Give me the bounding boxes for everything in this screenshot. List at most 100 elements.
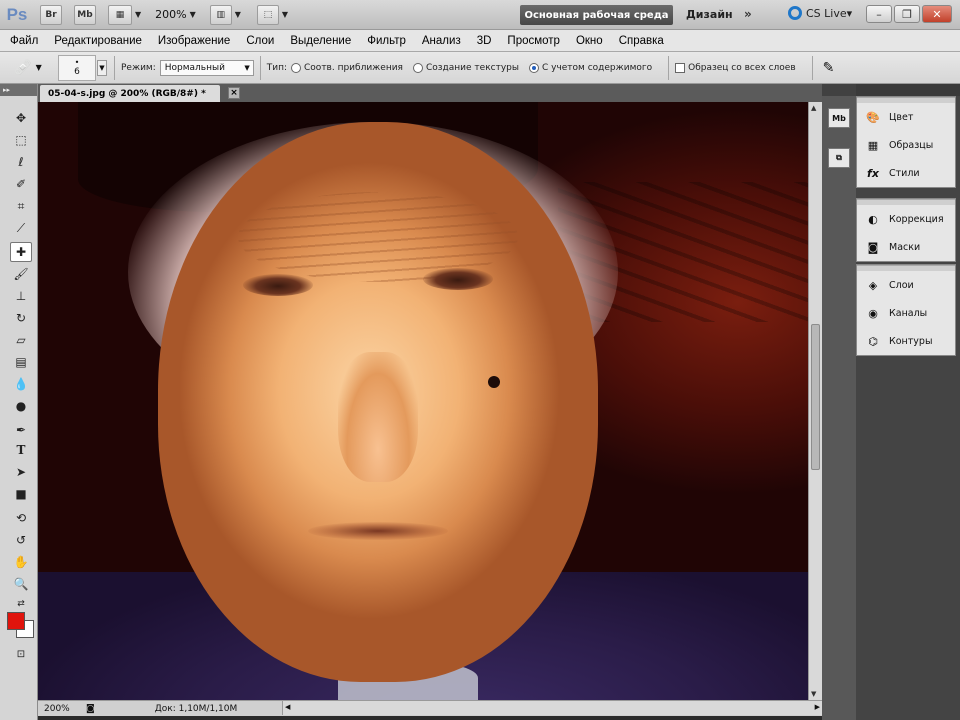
clone-stamp-tool-icon[interactable]: ⊥ [10,286,32,306]
mini-bridge-panel-icon[interactable]: Mb [828,108,850,128]
blend-mode-select[interactable]: Нормальный ▼ [159,59,254,76]
menu-bar: Файл Редактирование Изображение Слои Выд… [0,30,960,52]
close-document-icon[interactable]: × [228,87,240,99]
horizontal-scrollbar[interactable]: ◀ ▶ [282,701,822,715]
fx-styles-icon: fx [867,166,879,180]
cs-live-menu[interactable]: CS Live▾ [788,6,852,20]
chevron-down-icon: ▼ [244,63,250,72]
photoshop-window: Ps Br Mb ▦ ▼ 200% ▼ ▥ ▼ ⬚ ▼ Основная раб… [0,0,960,720]
eraser-tool-icon[interactable]: ▱ [10,330,32,350]
brush-size-value: 6 [74,66,80,77]
minimize-button[interactable]: – [866,5,892,23]
radio-label: С учетом содержимого [541,62,653,73]
menu-image[interactable]: Изображение [158,35,230,47]
panel-masks[interactable]: ◙ Маски [857,233,955,261]
menu-help[interactable]: Справка [619,35,664,47]
path-selection-tool-icon[interactable]: ➤ [10,462,32,482]
vertical-scrollbar[interactable]: ▲ ▼ [808,102,822,700]
3d-orbit-tool-icon[interactable]: ↺ [10,530,32,550]
panel-swatches[interactable]: ▦ Образцы [857,131,955,159]
gradient-tool-icon[interactable]: ▤ [10,352,32,372]
photoshop-logo: Ps [6,4,28,24]
3d-rotate-tool-icon[interactable]: ⟲ [10,508,32,528]
pen-tool-icon[interactable]: ✒ [10,420,32,440]
type-content-aware-radio[interactable]: С учетом содержимого [528,62,653,73]
workspace-essentials-button[interactable]: Основная рабочая среда [520,5,673,25]
panel-styles[interactable]: fx Стили [857,159,955,187]
history-panel-icon[interactable]: ⧉ [828,148,850,168]
scroll-left-icon[interactable]: ◀ [285,703,290,711]
menu-layer[interactable]: Слои [246,35,274,47]
mini-bridge-button[interactable]: Mb [74,4,96,25]
menu-file[interactable]: Файл [10,35,38,47]
document-tab[interactable]: 05-04-s.jpg @ 200% (RGB/8#) * × [40,85,240,102]
photo-mouth [308,522,448,540]
sample-all-layers-checkbox[interactable]: Образец со всех слоев [675,62,796,73]
panel-adjustments[interactable]: ◐ Коррекция [857,205,955,233]
foreground-color-swatch[interactable] [7,612,25,630]
spot-healing-brush-tool-icon[interactable]: ✚ [10,242,32,262]
dock-header[interactable] [856,84,960,96]
close-button[interactable]: ✕ [922,5,952,23]
menu-select[interactable]: Выделение [290,35,351,47]
brush-tool-icon[interactable]: 🖌 [10,264,32,284]
swap-colors-icon[interactable]: ⇄ [10,594,32,614]
panel-layers[interactable]: ◈ Слои [857,271,955,299]
quick-selection-tool-icon[interactable]: ✐ [10,174,32,194]
bridge-button[interactable]: Br [40,4,62,25]
scroll-up-icon[interactable]: ▲ [811,104,816,112]
zoom-tool-icon[interactable]: 🔍 [10,574,32,594]
status-zoom-value[interactable]: 200% [38,704,86,714]
zoom-level-dropdown[interactable]: 200% [155,8,186,21]
history-brush-tool-icon[interactable]: ↻ [10,308,32,328]
menu-edit[interactable]: Редактирование [54,35,142,47]
status-info-icon[interactable]: ◙ [86,704,95,714]
move-tool-icon[interactable]: ✥ [10,108,32,128]
chevron-down-icon[interactable]: ▼ [282,10,288,19]
restore-button[interactable]: ❐ [894,5,920,23]
chevron-down-icon[interactable]: ▼ [135,10,141,19]
chevron-down-icon[interactable]: ▼ [190,10,196,19]
type-create-texture-radio[interactable]: Создание текстуры [412,62,519,73]
vertical-scroll-thumb[interactable] [811,324,820,470]
arrange-documents-button[interactable]: ▥ [209,4,232,25]
shape-tool-icon[interactable]: ■ [10,484,32,504]
status-doc-size: Док: 1,10M/1,10M [154,703,238,714]
menu-3d[interactable]: 3D [477,35,492,47]
dodge-tool-icon[interactable]: ● [10,396,32,416]
type-tool-icon[interactable]: T [10,440,32,460]
tool-preset-picker[interactable]: 🩹 ▼ [12,55,44,81]
panel-color[interactable]: 🎨 Цвет [857,103,955,131]
view-extras-button[interactable]: ▦ [108,4,132,25]
blur-tool-icon[interactable]: 💧 [10,374,32,394]
panel-channels[interactable]: ◉ Каналы [857,299,955,327]
document-canvas[interactable] [38,102,808,700]
type-proximity-match-radio[interactable]: Соотв. приближения [291,62,403,73]
screen-mode-button[interactable]: ⬚ [256,4,279,25]
separator [114,55,115,80]
lasso-tool-icon[interactable]: ℓ [10,152,32,172]
crop-tool-icon[interactable]: ⌗ [10,196,32,216]
chevron-down-icon[interactable]: ▼ [235,10,241,19]
brush-picker-chevron-icon[interactable]: ▼ [97,59,107,76]
adjustments-circle-icon: ◐ [868,212,878,226]
application-bar: Ps Br Mb ▦ ▼ 200% ▼ ▥ ▼ ⬚ ▼ Основная раб… [0,0,960,30]
quick-mask-icon[interactable]: ⊡ [10,644,32,664]
workspace-design-button[interactable]: Дизайн [686,8,733,21]
pressure-size-icon[interactable]: ✎ [823,60,835,76]
marquee-tool-icon[interactable]: ⬚ [10,130,32,150]
brush-dot-icon: • [74,57,80,67]
hand-tool-icon[interactable]: ✋ [10,552,32,572]
menu-filter[interactable]: Фильтр [367,35,406,47]
menu-analysis[interactable]: Анализ [422,35,461,47]
mode-label: Режим: [121,62,156,73]
menu-view[interactable]: Просмотр [507,35,560,47]
brush-picker[interactable]: • 6 ▼ [58,54,107,81]
panel-paths[interactable]: ⌬ Контуры [857,327,955,355]
menu-window[interactable]: Окно [576,35,603,47]
scroll-right-icon[interactable]: ▶ [815,703,820,711]
eyedropper-tool-icon[interactable]: ⟋ [10,218,32,238]
more-workspaces-button[interactable]: » [744,7,752,21]
tools-panel-collapse[interactable]: ▸▸ [0,84,37,96]
scroll-down-icon[interactable]: ▼ [811,690,816,698]
